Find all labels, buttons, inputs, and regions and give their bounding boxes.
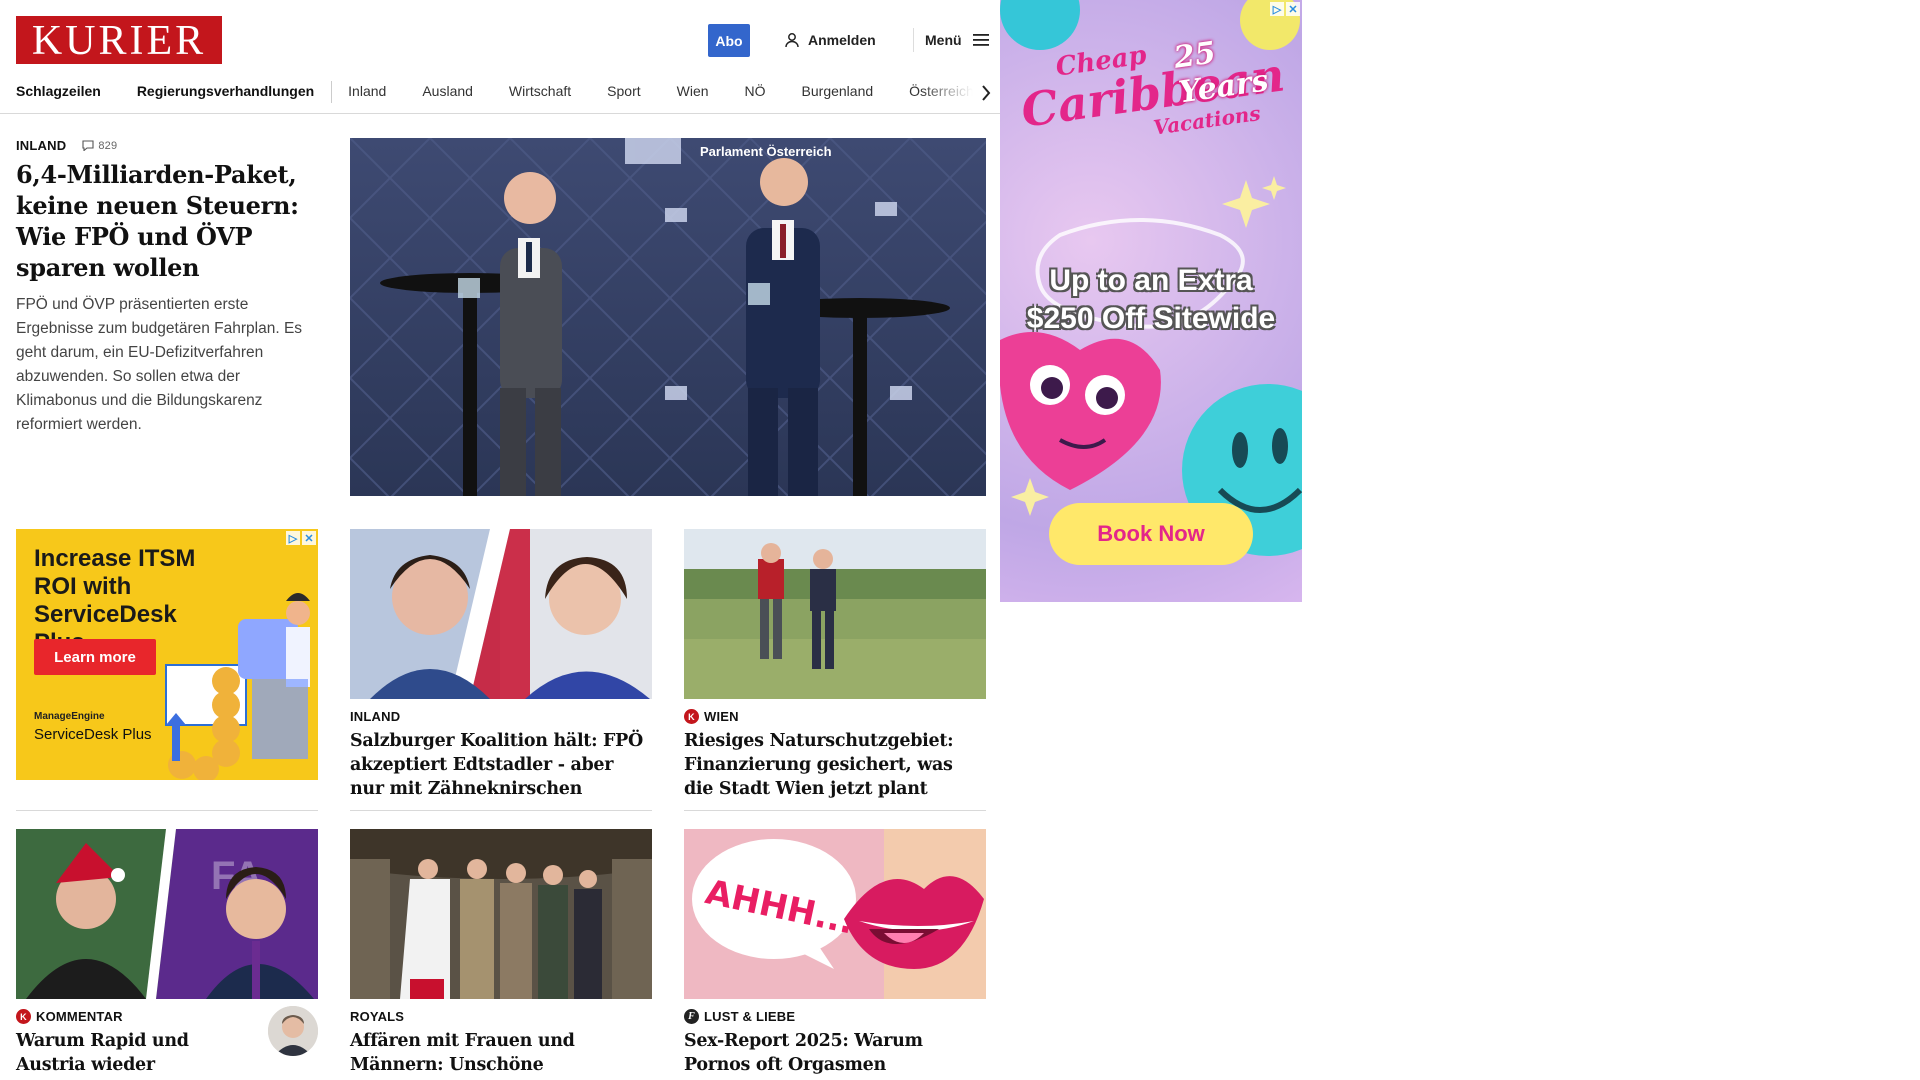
article-image-sex-report[interactable]: AHHH...: [684, 829, 986, 999]
nav-item-burgenland[interactable]: Burgenland: [802, 83, 874, 99]
nav-item-wien[interactable]: Wien: [677, 83, 709, 99]
lead-teaser: FPÖ und ÖVP präsentierten erste Ergebnis…: [16, 296, 303, 433]
adchoices-controls: ▷ ✕: [1270, 2, 1300, 16]
card-kicker: f LUST & LIEBE: [684, 1009, 986, 1024]
nav-item-wirtschaft[interactable]: Wirtschaft: [509, 83, 571, 99]
servicedesk-ad[interactable]: Increase ITSM ROI with ServiceDesk Plus …: [16, 529, 318, 780]
card-kicker: ROYALS: [350, 1009, 652, 1024]
menu-label: Menü: [925, 32, 962, 48]
portrait-collage-image: [350, 529, 652, 699]
ad-brand-product: ServiceDesk Plus: [34, 726, 152, 743]
row-divider: [350, 810, 652, 811]
header-divider: [913, 28, 914, 52]
hamburger-icon: [972, 34, 989, 46]
nav-scroll-right-button[interactable]: [974, 80, 998, 106]
adchoices-icon[interactable]: ▷: [1270, 2, 1284, 16]
lips-pop-art-image: AHHH...: [684, 829, 986, 999]
caribbean-vacations-ad[interactable]: Cheap Caribbean Vacations 25 Years Up to…: [1000, 0, 1302, 602]
user-icon: [785, 33, 799, 48]
lead-category: INLAND: [16, 138, 67, 153]
royal-family-photo: [350, 829, 652, 999]
section-nav: Schlagzeilen Regierungsverhandlungen Inl…: [0, 76, 1008, 114]
card-headline[interactable]: Warum Rapid und Austria wieder kooperier…: [16, 1029, 256, 1080]
adchoices-controls: ▷ ✕: [286, 531, 316, 545]
card-category: KOMMENTAR: [36, 1009, 123, 1024]
card-category: WIEN: [704, 709, 739, 724]
lead-headline[interactable]: 6,4-Milliarden-Paket, keine neuen Steuer…: [16, 159, 320, 283]
press-conference-photo: Parlament Österreich: [350, 138, 986, 496]
article-card-salzburg[interactable]: INLAND Salzburger Koalition hält: FPÖ ak…: [350, 529, 652, 801]
adchoices-icon[interactable]: ▷: [286, 531, 300, 545]
article-card-royals[interactable]: ROYALS Affären mit Frauen und Männern: U…: [350, 829, 652, 1080]
nav-item-ausland[interactable]: Ausland: [422, 83, 473, 99]
top-bar: KURIER Abo Anmelden Menü: [0, 0, 1008, 80]
ad-close-icon[interactable]: ✕: [302, 531, 316, 545]
kurier-page: KURIER Abo Anmelden Menü Schlagzeilen Re…: [0, 0, 1008, 1080]
lead-image[interactable]: Parlament Österreich: [350, 138, 986, 496]
comment-count[interactable]: 829: [82, 140, 117, 152]
kurier-plus-badge: K: [16, 1009, 31, 1024]
article-card-naturschutz[interactable]: K WIEN Riesiges Naturschutzgebiet: Finanz…: [684, 529, 986, 801]
author-avatar[interactable]: [268, 1006, 318, 1056]
lust-und-liebe-badge: f: [684, 1009, 699, 1024]
row-divider: [684, 810, 986, 811]
kurier-logo[interactable]: KURIER: [16, 16, 222, 64]
article-card-sex-report[interactable]: AHHH... f LUST & LIEBE Sex-Report 2025: W…: [684, 829, 986, 1080]
ad-offer-text: Up to an Extra $250 Off Sitewide: [1026, 264, 1276, 335]
card-kicker: K WIEN: [684, 709, 986, 724]
article-image-salzburg[interactable]: [350, 529, 652, 699]
nav-item-schlagzeilen[interactable]: Schlagzeilen: [16, 83, 101, 99]
chevron-right-icon: [982, 85, 991, 101]
article-image-royals[interactable]: [350, 829, 652, 999]
login-label: Anmelden: [808, 32, 876, 48]
section-nav-list: Schlagzeilen Regierungsverhandlungen Inl…: [16, 80, 1008, 103]
kurier-plus-badge: K: [684, 709, 699, 724]
nav-item-inland[interactable]: Inland: [348, 83, 386, 99]
comment-icon: [82, 140, 94, 151]
football-collage-image: FA: [16, 829, 318, 999]
row-divider: [16, 810, 318, 811]
lead-article[interactable]: INLAND 829 6,4-Milliarden-Paket, keine n…: [16, 138, 320, 437]
nav-item-sport[interactable]: Sport: [607, 83, 640, 99]
abo-button[interactable]: Abo: [708, 24, 750, 57]
nav-item-noe[interactable]: NÖ: [745, 83, 766, 99]
nav-item-regierungsverhandlungen[interactable]: Regierungsverhandlungen: [137, 81, 333, 103]
card-category: ROYALS: [350, 1009, 405, 1024]
card-headline[interactable]: Riesiges Naturschutzgebiet: Finanzierung…: [684, 729, 986, 801]
card-headline[interactable]: Affären mit Frauen und Männern: Unschöne…: [350, 1029, 652, 1080]
article-image-rapid-austria[interactable]: FA: [16, 829, 318, 999]
login-button[interactable]: Anmelden: [784, 30, 876, 50]
author-portrait: [268, 1006, 318, 1056]
card-category: LUST & LIEBE: [704, 1009, 796, 1024]
comment-count-value: 829: [98, 139, 118, 152]
image-sign-text: Parlament Österreich: [700, 144, 832, 159]
card-category: INLAND: [350, 709, 401, 724]
meadow-photo: [684, 529, 986, 699]
ad-learn-more-button[interactable]: Learn more: [34, 639, 156, 675]
lead-kicker: INLAND 829: [16, 138, 320, 153]
ad-book-now-button[interactable]: Book Now: [1049, 503, 1253, 565]
card-headline[interactable]: Salzburger Koalition hält: FPÖ akzeptier…: [350, 729, 652, 801]
menu-button[interactable]: Menü: [925, 30, 990, 50]
card-headline[interactable]: Sex-Report 2025: Warum Pornos oft Orgasm…: [684, 1029, 986, 1080]
ad-brand-name: ManageEngine: [34, 711, 105, 722]
card-kicker: INLAND: [350, 709, 652, 724]
article-image-naturschutz[interactable]: [684, 529, 986, 699]
ad-close-icon[interactable]: ✕: [1286, 2, 1300, 16]
